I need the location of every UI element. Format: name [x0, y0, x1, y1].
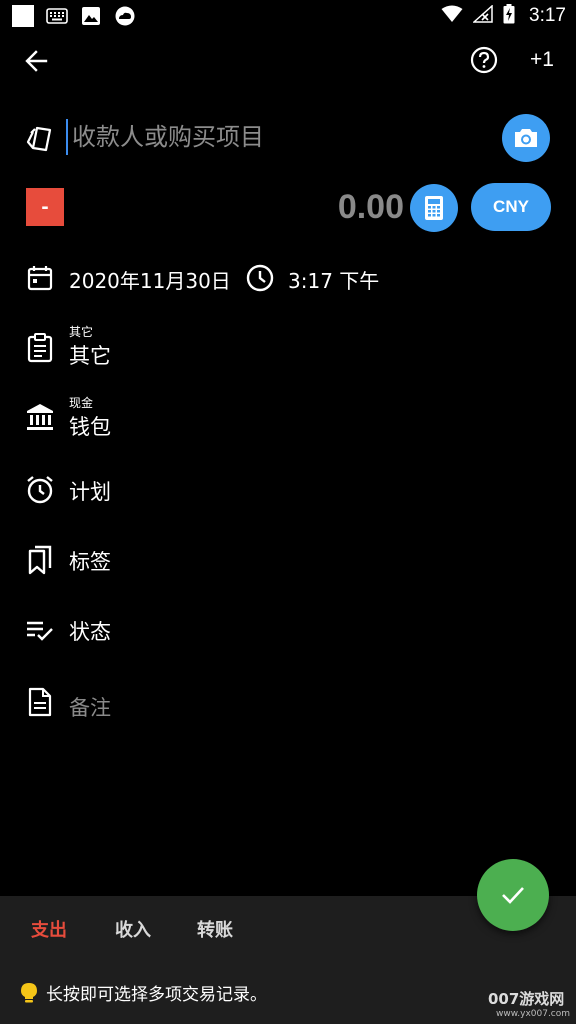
bank-icon [24, 401, 56, 433]
calculator-button[interactable] [410, 184, 458, 232]
status-bar-notifications [12, 5, 136, 27]
image-icon [80, 6, 102, 26]
datetime-row: 2020年11月30日 3:17 下午 [0, 258, 576, 298]
alarm-icon [24, 474, 56, 506]
no-signal-icon [472, 4, 493, 27]
schedule-field[interactable]: 计划 [0, 462, 576, 518]
account-field[interactable]: 现金 钱包 [0, 389, 576, 445]
tab-income[interactable]: 收入 [115, 916, 151, 942]
arrow-back-icon [25, 50, 48, 72]
watermark-text: 007游戏网 [488, 990, 565, 1008]
save-fab-button[interactable] [477, 859, 549, 931]
status-label: 状态 [69, 620, 111, 644]
camera-button[interactable] [502, 114, 550, 162]
schedule-label: 计划 [69, 480, 111, 504]
status-bar: 3:17 [0, 0, 576, 32]
category-value: 其它 [69, 344, 111, 368]
hint-row: 长按即可选择多项交易记录。 [20, 980, 267, 1005]
cards-icon [24, 122, 56, 154]
tags-label: 标签 [69, 550, 111, 574]
bookmarks-icon [24, 544, 56, 576]
notes-placeholder: 备注 [69, 696, 111, 720]
status-bar-system: 3:17 [441, 4, 566, 28]
document-icon [24, 686, 56, 718]
payee-input[interactable] [66, 119, 476, 155]
clipboard-icon [24, 332, 56, 364]
cloud-icon [114, 6, 136, 26]
clock-icon [245, 263, 275, 293]
help-button[interactable] [468, 44, 500, 76]
tab-expense[interactable]: 支出 [31, 916, 67, 942]
wifi-icon [441, 5, 463, 27]
check-icon [502, 887, 524, 904]
watermark-url: www.yx007.com [496, 1009, 571, 1019]
tags-field[interactable]: 标签 [0, 532, 576, 588]
calendar-icon [26, 264, 54, 292]
currency-button[interactable]: CNY [471, 183, 551, 231]
plus-one-button[interactable]: +1 [530, 48, 554, 72]
lightbulb-icon [21, 982, 37, 1002]
tab-transfer[interactable]: 转账 [197, 916, 233, 942]
time-value[interactable]: 3:17 下午 [288, 265, 379, 294]
keyboard-icon [46, 6, 68, 26]
notes-field[interactable]: 备注 [0, 676, 576, 732]
status-time: 3:17 [529, 5, 566, 26]
app-bar: +1 [0, 32, 576, 88]
date-value[interactable]: 2020年11月30日 [69, 265, 231, 294]
category-field[interactable]: 其它 其它 [0, 318, 576, 374]
payee-row [0, 108, 576, 168]
amount-row: - 0.00 CNY [0, 180, 576, 236]
back-button[interactable] [18, 46, 54, 76]
category-group-label: 其它 [69, 325, 94, 339]
calculator-icon [425, 196, 443, 220]
hint-text: 长按即可选择多项交易记录。 [46, 985, 267, 1005]
sign-toggle-button[interactable]: - [26, 188, 64, 226]
account-type-label: 现金 [69, 396, 94, 410]
account-value: 钱包 [69, 415, 111, 439]
camera-icon [515, 129, 537, 147]
amount-value[interactable]: 0.00 [320, 188, 404, 227]
help-circle-icon [470, 46, 498, 74]
list-check-icon [24, 614, 56, 646]
notification-square-icon [12, 5, 34, 27]
status-field[interactable]: 状态 [0, 602, 576, 658]
battery-charging-icon [503, 4, 515, 28]
